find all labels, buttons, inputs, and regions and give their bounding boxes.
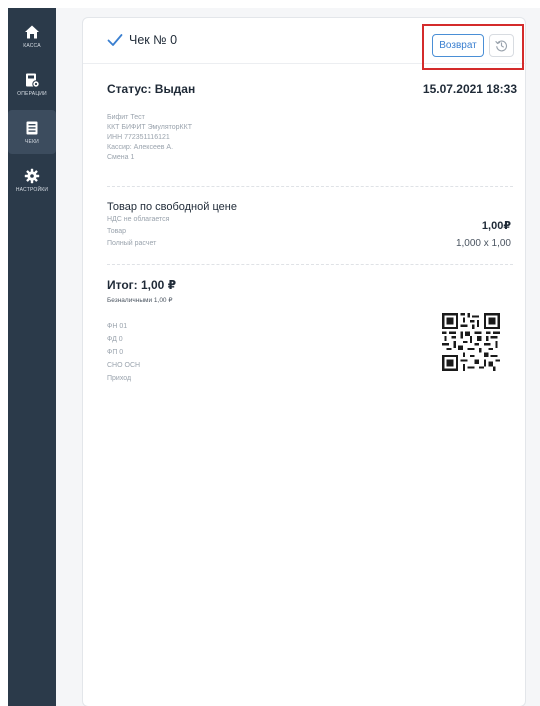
sidebar-item-settings[interactable]: НАСТРОЙКИ xyxy=(8,158,56,202)
history-button[interactable] xyxy=(489,34,514,57)
item-name: Товар по свободной цене xyxy=(107,201,237,213)
home-icon xyxy=(25,25,39,38)
sidebar: КАССА ОПЕРАЦИИ ЧЕКИ НАСТРОЙКИ xyxy=(8,8,56,706)
payment-line: Безналичными 1,00 ₽ xyxy=(107,297,173,304)
receipt-card: Чек № 0 Возврат Статус: Выдан 15.07.2021… xyxy=(82,17,527,706)
fp-number: ФП 0 xyxy=(107,349,124,356)
receipt-datetime: 15.07.2021 18:33 xyxy=(422,82,517,96)
inn: ИНН 772351116121 xyxy=(107,134,170,141)
sidebar-item-label: НАСТРОЙКИ xyxy=(15,186,49,193)
kkt-name: ККТ БИФИТ ЭмуляторККТ xyxy=(107,124,192,131)
item-price: 1,00₽ xyxy=(481,220,511,232)
item-quantity: 1,000 x 1,00 xyxy=(455,238,511,249)
org-name: Бифит Тест xyxy=(107,114,145,121)
divider xyxy=(107,264,513,265)
sidebar-item-label: КАССА xyxy=(23,42,41,49)
sidebar-item-label: ЧЕКИ xyxy=(25,138,39,145)
sidebar-item-label: ОПЕРАЦИИ xyxy=(17,90,47,97)
receipt-title: Чек № 0 xyxy=(129,33,178,47)
divider xyxy=(107,186,513,187)
refund-button[interactable]: Возврат xyxy=(432,34,484,57)
fn-number: ФН 01 xyxy=(107,323,128,330)
operation-type: Приход xyxy=(107,375,132,382)
cashier: Кассир: Алексеев А. xyxy=(107,144,174,151)
tax-system: СНО ОСН xyxy=(107,362,141,369)
settings-icon xyxy=(24,168,40,183)
main-content: Чек № 0 Возврат Статус: Выдан 15.07.2021… xyxy=(56,8,540,706)
sidebar-item-receipts[interactable]: ЧЕКИ xyxy=(8,110,56,154)
sidebar-item-kassa[interactable]: КАССА xyxy=(8,14,56,58)
qr-code xyxy=(442,313,500,371)
item-payment-method: Полный расчет xyxy=(107,240,157,247)
sidebar-item-operations[interactable]: ОПЕРАЦИИ xyxy=(8,62,56,106)
operations-icon xyxy=(26,73,40,88)
receipt-total: Итог: 1,00 ₽ xyxy=(107,278,177,292)
item-vat: НДС не облагается xyxy=(107,216,170,223)
check-icon xyxy=(107,34,123,46)
shift: Смена 1 xyxy=(107,154,135,161)
fd-number: ФД 0 xyxy=(107,336,123,343)
receipt-status: Статус: Выдан xyxy=(107,82,196,96)
history-icon xyxy=(495,40,508,52)
item-type: Товар xyxy=(107,228,127,235)
receipt-icon xyxy=(26,121,38,134)
